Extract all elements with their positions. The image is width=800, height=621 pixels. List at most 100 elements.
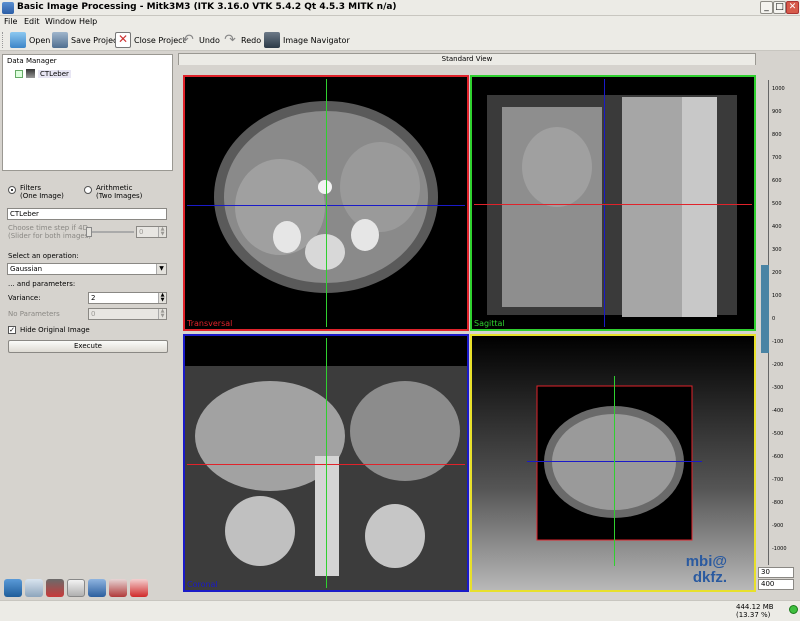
coronal-render-window[interactable]: Coronal [183, 334, 469, 592]
redo-label: Redo [241, 35, 262, 45]
measurement-plugin-icon[interactable] [25, 579, 43, 597]
toolbar-grip[interactable] [2, 32, 5, 48]
threed-render-window[interactable]: mbi@ dkfz. [470, 334, 756, 592]
variance-value: 2 [91, 294, 96, 302]
save-icon [52, 32, 68, 48]
volume-visualization-plugin-icon[interactable] [46, 579, 64, 597]
data-manager-title: Data Manager [7, 57, 57, 65]
data-node-label: CTLeber [38, 69, 71, 78]
menu-window[interactable]: Window [45, 17, 77, 26]
save-project-button[interactable]: Save Project [52, 31, 121, 49]
level-window-tick-label: 300 [772, 247, 782, 253]
redo-button[interactable]: ↷ Redo [222, 31, 261, 49]
level-window-tick-label: -100 [772, 339, 784, 345]
level-window-tick-label: 900 [772, 109, 782, 115]
image-statistics-plugin-icon[interactable] [130, 579, 148, 597]
menu-edit[interactable]: Edit [24, 17, 40, 26]
transversal-label: Transversal [187, 319, 233, 328]
select-operation-label: Select an operation: [8, 252, 79, 260]
level-window-tick-label: 0 [772, 316, 776, 322]
hide-original-checkbox[interactable]: ✓ [8, 326, 16, 334]
spin-arrows-icon[interactable]: ▲ ▼ [158, 293, 166, 303]
close-project-icon [115, 32, 131, 48]
no-parameters-spinbox[interactable]: 0 ▲ ▼ [88, 308, 167, 320]
close-project-label: Close Project [134, 35, 186, 45]
level-window-tick-label: -600 [772, 454, 784, 460]
level-window-tick-label: -500 [772, 431, 784, 437]
filters-radio[interactable] [8, 186, 16, 194]
window-field[interactable]: 400 [758, 579, 794, 590]
close-project-button[interactable]: Close Project [115, 31, 186, 49]
level-field[interactable]: 30 [758, 567, 794, 578]
spin-arrows-icon[interactable]: ▲ ▼ [158, 227, 166, 237]
execute-button[interactable]: Execute [8, 340, 168, 353]
transversal-ct-slice [187, 79, 465, 327]
level-window-tick-label: 200 [772, 270, 782, 276]
chevron-down-icon: ▼ [156, 264, 166, 274]
time-step-value: 0 [139, 228, 144, 236]
data-node-item[interactable]: CTLeber [15, 69, 71, 78]
app-icon [2, 2, 14, 14]
level-window-tick-label: -700 [772, 477, 784, 483]
open-label: Open [29, 35, 51, 45]
time-step-label: Choose time step if 4D [8, 224, 88, 232]
segmentation-plugin-icon[interactable] [88, 579, 106, 597]
operation-select[interactable]: Gaussian ▼ [7, 263, 167, 275]
open-icon [10, 32, 26, 48]
spin-arrows-icon[interactable]: ▲ ▼ [158, 309, 166, 319]
menu-bar: File Edit Window Help [0, 16, 800, 29]
time-step-slider-handle[interactable] [86, 227, 92, 237]
image-name-field[interactable]: CTLeber [7, 208, 167, 220]
arithmetic-radio[interactable] [84, 186, 92, 194]
close-window-button[interactable]: ✕ [786, 1, 799, 14]
level-window-tick-label: -300 [772, 385, 784, 391]
point-set-plugin-icon[interactable] [109, 579, 127, 597]
logo-line2: dkfz. [693, 569, 727, 586]
operations-panel: Filters (One Image) Arithmetic (Two Imag… [2, 174, 173, 574]
level-window-tick-label: 1000 [772, 86, 785, 92]
image-navigator-button[interactable]: Image Navigator [264, 31, 350, 49]
no-parameters-label: No Parameters [8, 310, 60, 318]
arithmetic-sublabel: (Two Images) [96, 192, 143, 200]
main-toolbar: Open Save Project Close Project ↶ Undo ↷… [0, 29, 800, 51]
datamanager-plugin-icon[interactable] [4, 579, 22, 597]
level-window-widget[interactable]: 1000 900 800 700 600 500 400 300 200 100 0 -100 -200… [758, 80, 798, 565]
memory-status-icon [789, 605, 798, 614]
maximize-button[interactable]: □ [773, 1, 786, 14]
data-manager: Data Manager CTLeber [2, 54, 173, 171]
level-window-tick-label: 800 [772, 132, 782, 138]
level-window-tick-label: 400 [772, 224, 782, 230]
title-bar: Basic Image Processing - Mitk3M3 (ITK 3.… [0, 0, 800, 16]
image-thumbnail-icon [26, 69, 35, 78]
menu-help[interactable]: Help [79, 17, 97, 26]
window-title: Basic Image Processing - Mitk3M3 (ITK 3.… [17, 2, 397, 12]
undo-button[interactable]: ↶ Undo [180, 31, 220, 49]
open-button[interactable]: Open [10, 31, 50, 49]
redo-icon: ↷ [224, 32, 236, 48]
arithmetic-label: Arithmetic [96, 184, 133, 192]
undo-icon: ↶ [182, 32, 194, 48]
basic-image-processing-plugin-icon[interactable] [67, 579, 85, 597]
minimize-button[interactable]: _ [760, 1, 773, 14]
sagittal-ct-slice [474, 79, 752, 327]
coronal-ct-slice [185, 338, 467, 590]
time-step-spinbox[interactable]: 0 ▲ ▼ [136, 226, 167, 238]
variance-label: Variance: [8, 294, 41, 302]
sagittal-label: Sagittal [474, 319, 505, 328]
transversal-render-window[interactable]: Transversal [183, 75, 469, 331]
level-window-tick-label: 500 [772, 201, 782, 207]
sagittal-render-window[interactable]: Sagittal [470, 75, 756, 331]
operation-value: Gaussian [10, 265, 43, 273]
memory-usage: 444.12 MB (13.37 %) [736, 603, 774, 619]
status-bar: 444.12 MB (13.37 %) [0, 600, 800, 621]
visibility-checkbox[interactable] [15, 69, 23, 78]
level-window-tick-label: 700 [772, 155, 782, 161]
left-panel: Data Manager CTLeber Filters (One Image)… [0, 52, 175, 602]
parameters-label: ... and parameters: [8, 280, 76, 288]
tab-standard-view[interactable]: Standard View [178, 53, 756, 65]
menu-file[interactable]: File [4, 17, 17, 26]
hide-original-label: Hide Original Image [20, 326, 90, 334]
variance-spinbox[interactable]: 2 ▲ ▼ [88, 292, 167, 304]
level-window-bar[interactable] [761, 265, 769, 353]
time-step-slider[interactable] [86, 231, 134, 233]
